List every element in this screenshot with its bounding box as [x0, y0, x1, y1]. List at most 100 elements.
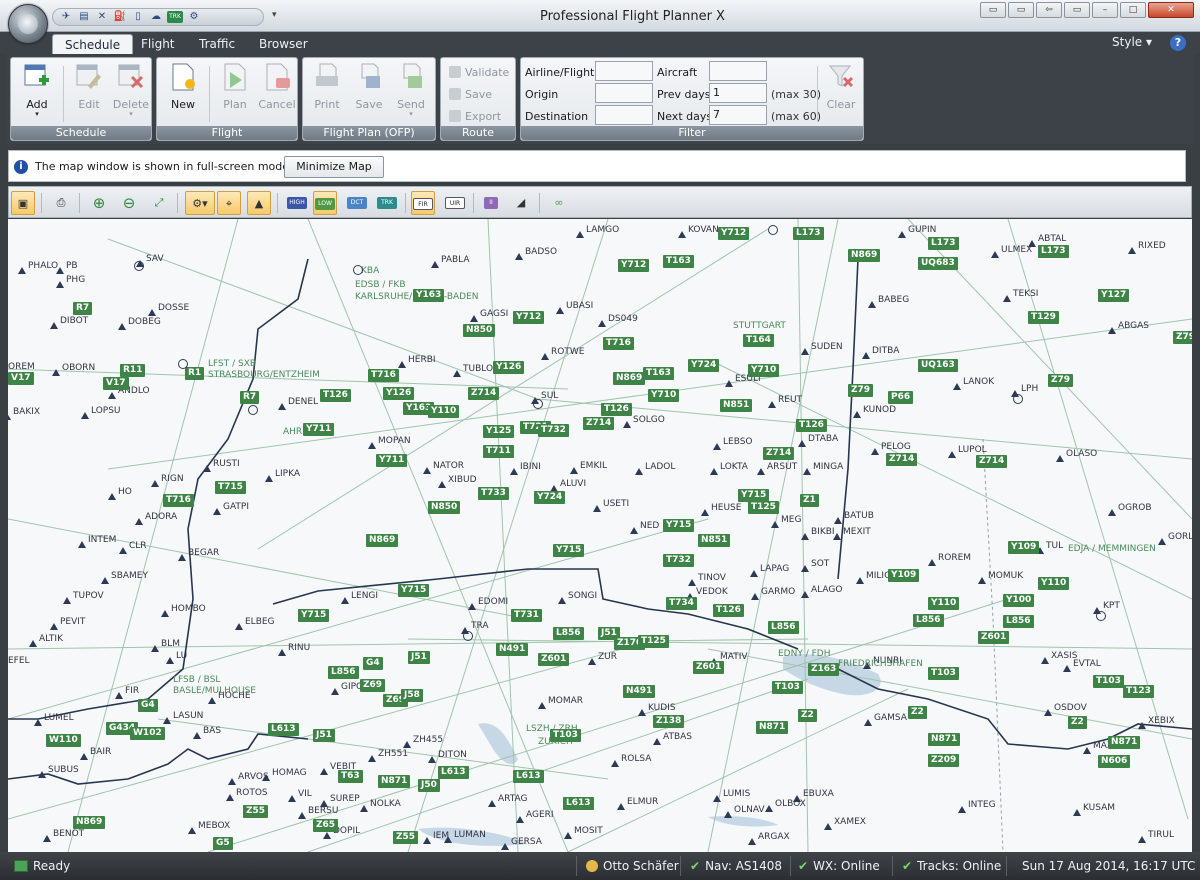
- airway-label[interactable]: V17: [8, 372, 34, 385]
- airport-label[interactable]: EDSB / FKB: [355, 280, 406, 290]
- airway-label[interactable]: J50: [418, 779, 440, 792]
- airway-label[interactable]: L173: [928, 237, 959, 250]
- airway-label[interactable]: Y724: [688, 359, 720, 372]
- fix-icon[interactable]: [556, 307, 564, 314]
- waypoint-label[interactable]: MEXIT: [843, 527, 871, 537]
- fix-icon[interactable]: [108, 392, 116, 399]
- waypoint-label[interactable]: AGERI: [526, 810, 554, 820]
- airway-label[interactable]: Z714: [468, 387, 500, 400]
- fix-icon[interactable]: [588, 658, 596, 665]
- waypoint-label[interactable]: EDOMI: [478, 597, 508, 607]
- airway-label[interactable]: R1: [185, 367, 205, 380]
- fix-icon[interactable]: [1083, 747, 1091, 754]
- fix-icon[interactable]: [56, 267, 64, 274]
- fix-icon[interactable]: [38, 771, 46, 778]
- waypoint-label[interactable]: LUMAN: [454, 830, 486, 840]
- waypoint-label[interactable]: IBINI: [520, 462, 541, 472]
- airway-label[interactable]: L856: [328, 666, 359, 679]
- minimize-button[interactable]: –: [1092, 2, 1118, 18]
- waypoint-label[interactable]: PB: [66, 261, 78, 271]
- airway-label[interactable]: N491: [496, 643, 529, 656]
- waypoint-label[interactable]: SOT: [811, 559, 829, 569]
- fix-icon[interactable]: [52, 369, 60, 376]
- fix-icon[interactable]: [423, 837, 431, 844]
- waypoint-label[interactable]: NOLKA: [370, 799, 401, 809]
- fix-icon[interactable]: [226, 794, 234, 801]
- airport-layer-icon[interactable]: II: [479, 191, 503, 215]
- fix-icon[interactable]: [151, 480, 159, 487]
- waypoint-label[interactable]: XEBIX: [1148, 716, 1175, 726]
- save-route-button[interactable]: Save: [449, 85, 492, 103]
- fix-icon[interactable]: [163, 717, 171, 724]
- export-button[interactable]: Export: [449, 107, 501, 125]
- help-icon[interactable]: ?: [1170, 35, 1186, 51]
- waypoint-label[interactable]: DENEL: [288, 397, 318, 407]
- airway-label[interactable]: J51: [313, 729, 335, 742]
- airway-label[interactable]: G4: [363, 657, 383, 670]
- fix-icon[interactable]: [958, 806, 966, 813]
- waypoint-label[interactable]: MOSIT: [574, 826, 603, 836]
- fix-icon[interactable]: [78, 541, 86, 548]
- waypoint-label[interactable]: KUDIS: [648, 703, 676, 713]
- airway-label[interactable]: Y715: [398, 584, 430, 597]
- fix-icon[interactable]: [228, 778, 236, 785]
- airway-label[interactable]: Z601: [978, 631, 1010, 644]
- waypoint-label[interactable]: LANOK: [963, 377, 994, 387]
- airway-label[interactable]: Z138: [653, 715, 685, 728]
- fix-icon[interactable]: [611, 760, 619, 767]
- waypoint-label[interactable]: CLR: [129, 541, 147, 551]
- waypoint-label[interactable]: EVTAL: [1073, 659, 1101, 669]
- waypoint-label[interactable]: LADOL: [645, 462, 675, 472]
- fix-icon[interactable]: [208, 697, 216, 704]
- restore-button[interactable]: ▭: [1064, 2, 1090, 18]
- airway-label[interactable]: Z714: [763, 447, 795, 460]
- waypoint-label[interactable]: KOVAN: [688, 225, 719, 235]
- low-airways-icon[interactable]: LOW: [313, 191, 337, 215]
- waypoint-label[interactable]: BAIR: [90, 747, 111, 757]
- waypoint-label[interactable]: SUL: [541, 391, 558, 401]
- airway-label[interactable]: N871: [1108, 736, 1141, 749]
- ribbon-collapse-button[interactable]: ⇦: [1036, 2, 1062, 18]
- waypoint-label[interactable]: KUNOD: [863, 405, 896, 415]
- fix-icon[interactable]: [298, 812, 306, 819]
- airway-label[interactable]: T129: [1028, 311, 1059, 324]
- airway-label[interactable]: N869: [73, 816, 106, 829]
- database-icon[interactable]: ▤: [77, 11, 91, 23]
- fix-icon[interactable]: [320, 768, 328, 775]
- fix-icon[interactable]: [80, 753, 88, 760]
- waypoint-label[interactable]: MOPAN: [378, 436, 411, 446]
- waypoint-label[interactable]: ROREM: [938, 553, 971, 563]
- fix-icon[interactable]: [166, 657, 174, 664]
- tab-schedule[interactable]: Schedule: [52, 34, 134, 54]
- waypoint-label[interactable]: REUT: [778, 395, 802, 405]
- fix-icon[interactable]: [81, 412, 89, 419]
- fix-icon[interactable]: [468, 603, 476, 610]
- qat-customize-icon[interactable]: ▾: [272, 10, 282, 20]
- fix-icon[interactable]: [541, 353, 549, 360]
- waypoint-label[interactable]: ELMUR: [627, 797, 658, 807]
- fix-icon[interactable]: [834, 517, 842, 524]
- fix-icon[interactable]: [801, 565, 809, 572]
- waypoint-label[interactable]: ALAGO: [811, 585, 842, 595]
- airway-label[interactable]: L173: [793, 227, 824, 240]
- airway-label[interactable]: Y100: [1003, 594, 1035, 607]
- waypoint-label[interactable]: BATUB: [844, 511, 874, 521]
- waypoint-label[interactable]: EMKIL: [580, 461, 607, 471]
- waypoint-label[interactable]: BAKIX: [13, 407, 40, 417]
- map-settings-icon[interactable]: ⚙▾: [185, 191, 215, 215]
- waypoint-label[interactable]: DS049: [608, 314, 638, 324]
- airway-label[interactable]: Z69: [360, 679, 386, 692]
- airway-label[interactable]: Y126: [383, 387, 415, 400]
- clear-button[interactable]: Clear: [821, 62, 861, 122]
- fix-icon[interactable]: [713, 795, 721, 802]
- edit-button[interactable]: Edit: [67, 62, 111, 122]
- fix-icon[interactable]: [1108, 327, 1116, 334]
- maximize-button[interactable]: □: [1120, 2, 1146, 18]
- fix-icon[interactable]: [431, 261, 439, 268]
- waypoint-label[interactable]: TEKSI: [1013, 289, 1038, 299]
- fix-icon[interactable]: [801, 533, 809, 540]
- waypoint-label[interactable]: LOPSU: [91, 406, 121, 416]
- waypoint-label[interactable]: SOLGO: [633, 415, 665, 425]
- fix-icon[interactable]: [868, 301, 876, 308]
- waypoint-label[interactable]: LUMIS: [723, 789, 750, 799]
